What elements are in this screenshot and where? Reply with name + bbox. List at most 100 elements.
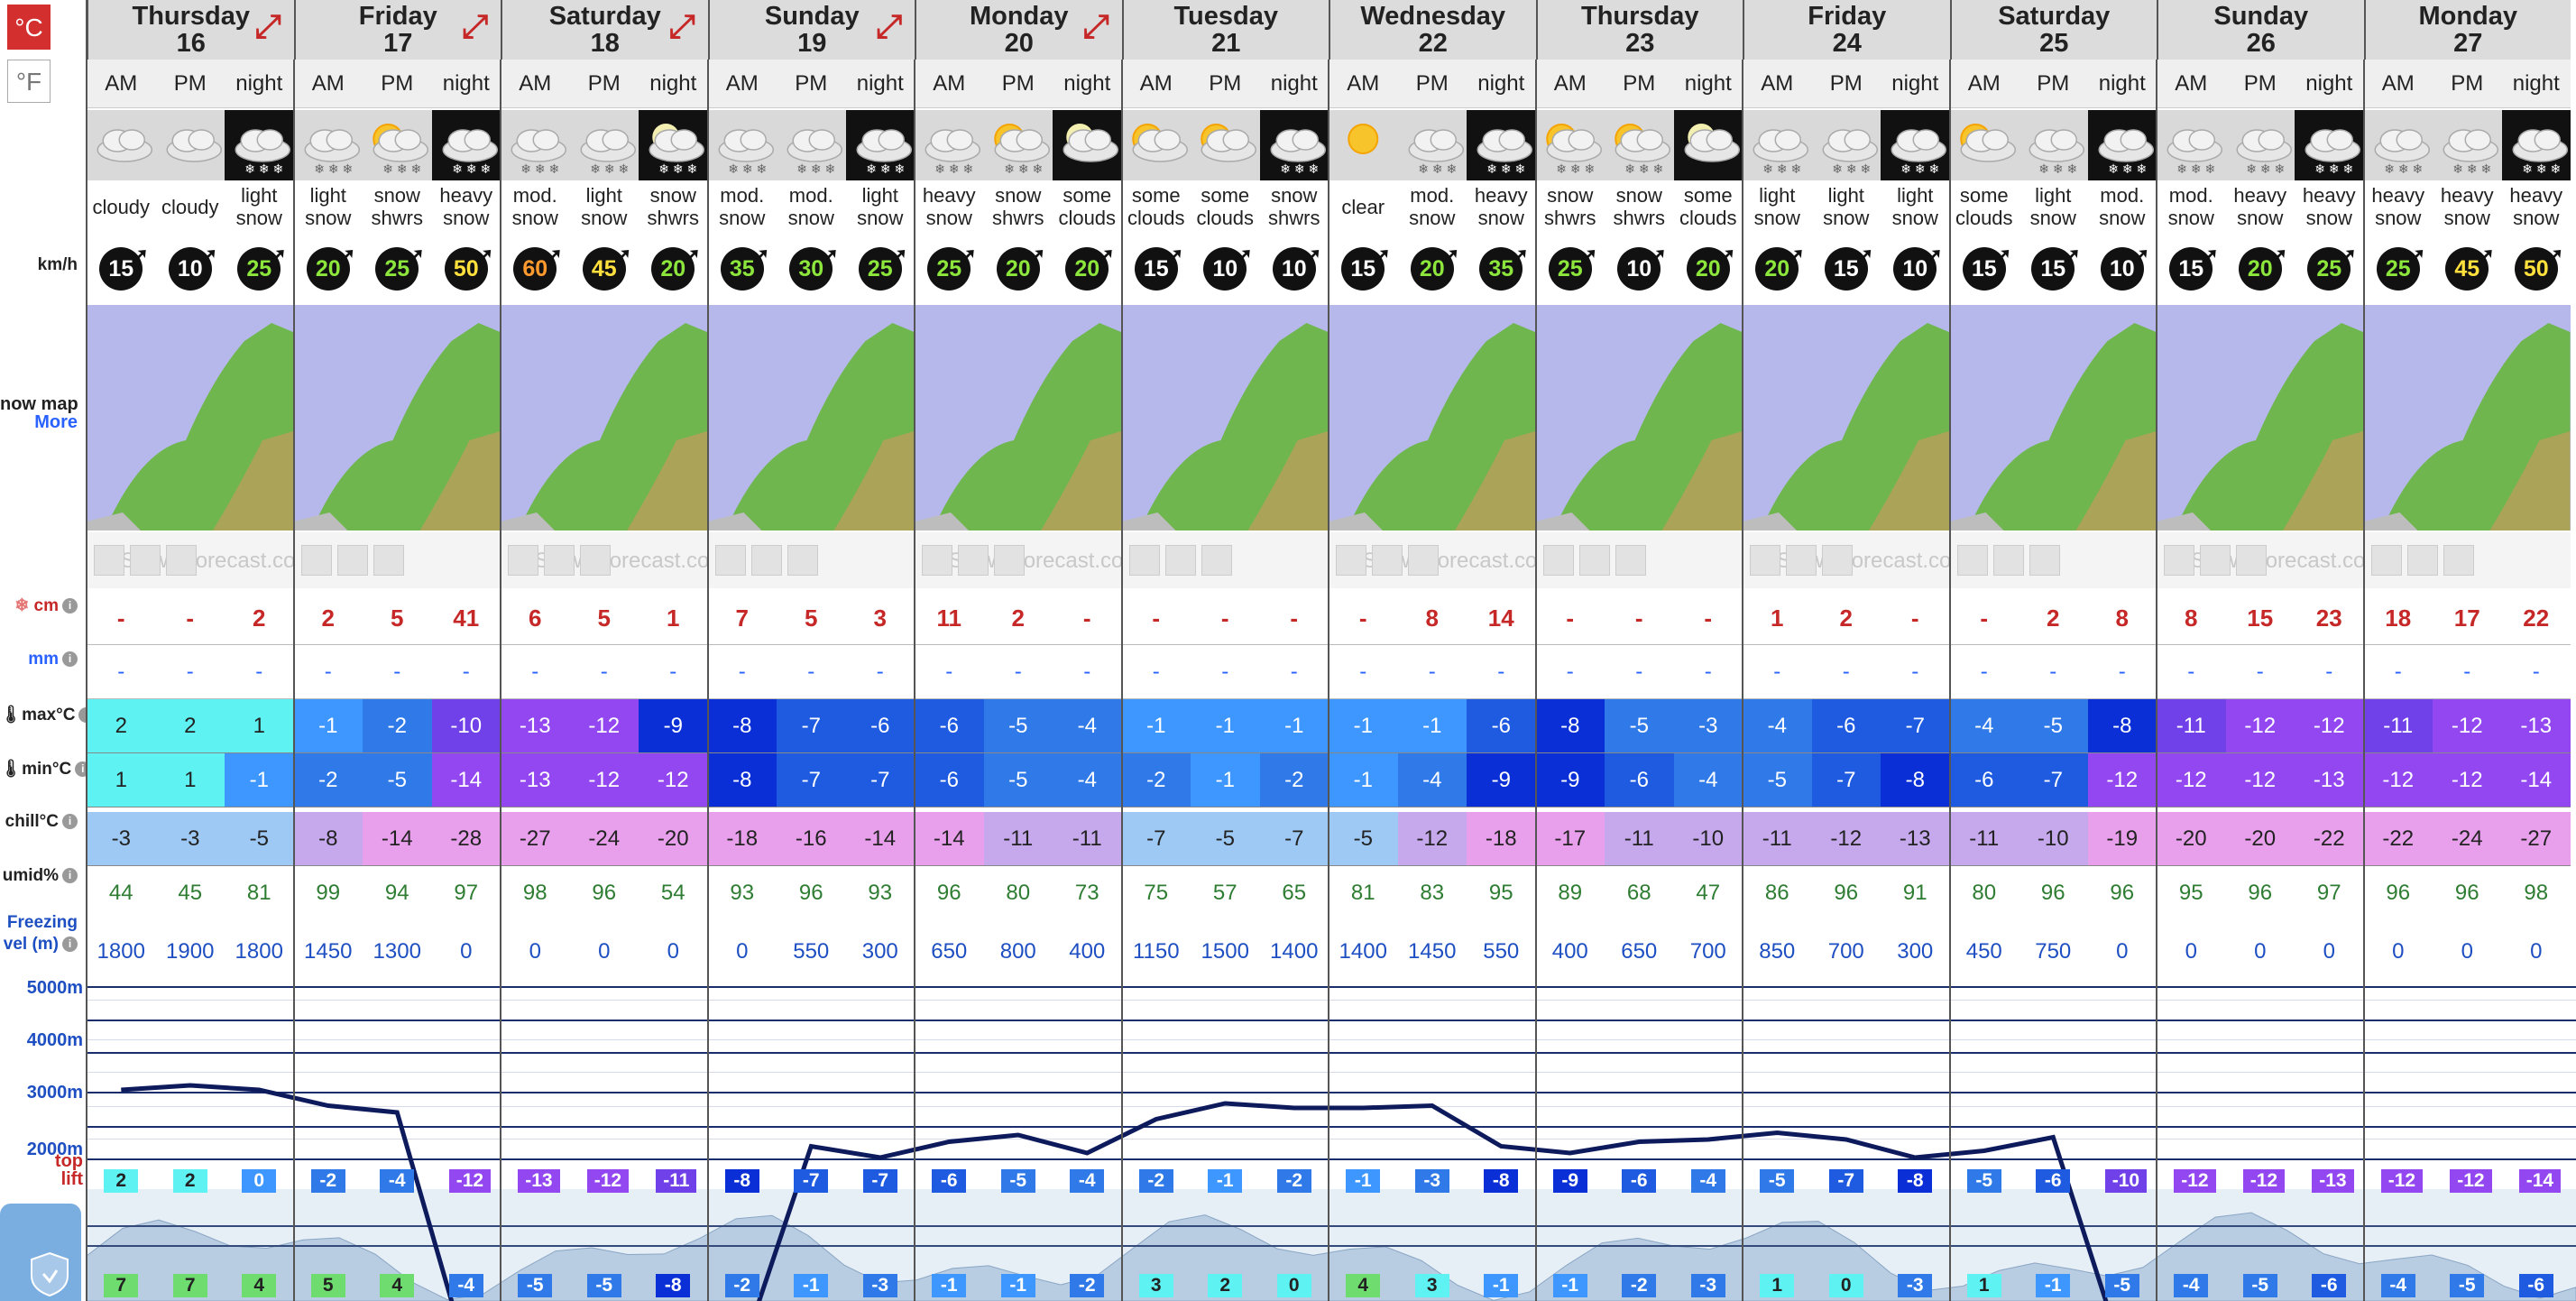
map-pan-icon[interactable] <box>2370 545 2402 576</box>
fahrenheit-button[interactable]: °F <box>7 60 51 103</box>
snow-map-strip[interactable] <box>87 305 2576 531</box>
snow-map-more-link[interactable]: More <box>0 412 87 433</box>
map-refresh-icon[interactable] <box>1578 545 1610 576</box>
snow-amount: 23 <box>2295 591 2364 645</box>
humidity: 96 <box>936 881 961 905</box>
day-divider <box>1120 60 1123 1301</box>
freezing-level: 0 <box>2530 939 2543 964</box>
map-controls-row <box>2363 532 2571 588</box>
freezing-level: 450 <box>1965 939 2002 964</box>
map-refresh-icon[interactable] <box>1992 545 2024 576</box>
info-icon[interactable]: i <box>62 651 78 668</box>
max-temp: -7 <box>777 699 846 753</box>
info-icon[interactable]: i <box>62 868 78 884</box>
weather-word: snow <box>925 207 972 229</box>
map-pan-icon[interactable] <box>1336 545 1366 576</box>
map-pan-icon[interactable] <box>300 545 332 576</box>
wind-cell: 35 ➚ <box>1467 233 1536 305</box>
weather-word: light <box>1759 184 1796 207</box>
info-icon[interactable]: i <box>62 598 78 614</box>
period-label: AM <box>293 60 363 108</box>
map-settings-icon[interactable] <box>166 545 197 576</box>
wind-direction-arrow-icon: ➚ <box>2132 244 2150 266</box>
map-refresh-icon[interactable] <box>2406 545 2438 576</box>
map-settings-icon[interactable] <box>787 545 818 576</box>
altitude-gridline <box>87 1106 2576 1107</box>
max-temp: -4 <box>1949 699 2019 753</box>
map-pan-icon[interactable] <box>94 545 124 576</box>
shield-panel[interactable] <box>0 1204 81 1301</box>
wind-chill: -20 <box>2225 812 2295 866</box>
map-refresh-icon[interactable] <box>1372 545 1403 576</box>
map-pan-icon[interactable] <box>714 545 746 576</box>
rain-amount: - <box>1329 645 1398 699</box>
expand-arrow-icon[interactable]: ⤢ <box>1083 10 1109 42</box>
map-settings-icon[interactable] <box>1201 545 1232 576</box>
map-settings-icon[interactable] <box>1408 545 1439 576</box>
weather-icon-snow-night: ❄ ❄ ❄ <box>845 110 915 180</box>
map-refresh-icon[interactable] <box>2200 545 2231 576</box>
map-refresh-icon[interactable] <box>1786 545 1817 576</box>
map-settings-icon[interactable] <box>994 545 1025 576</box>
map-settings-icon[interactable] <box>2029 545 2060 576</box>
period-label: PM <box>155 60 225 108</box>
map-pan-icon[interactable] <box>1128 545 1160 576</box>
map-settings-icon[interactable] <box>1822 545 1853 576</box>
map-settings-icon[interactable] <box>2443 545 2474 576</box>
expand-arrow-icon[interactable]: ⤢ <box>876 10 902 42</box>
bottom-lift-temp: 7 <box>104 1274 139 1297</box>
map-settings-icon[interactable] <box>1615 545 1646 576</box>
weather-word: shwrs <box>1268 207 1320 229</box>
map-refresh-icon[interactable] <box>336 545 368 576</box>
map-controls-row <box>1949 532 2157 588</box>
day-date: 25 <box>2039 29 2069 58</box>
map-pan-icon[interactable] <box>922 545 952 576</box>
expand-arrow-icon[interactable]: ⤢ <box>462 10 488 42</box>
top-lift-temp: -4 <box>1690 1169 1725 1193</box>
weather-word: mod. <box>512 184 557 207</box>
bottom-lift-temp: -3 <box>862 1274 897 1297</box>
map-pan-icon[interactable] <box>1956 545 1988 576</box>
svg-text:❄ ❄ ❄: ❄ ❄ ❄ <box>2522 161 2561 176</box>
humidity: 89 <box>1558 881 1583 905</box>
map-pan-icon[interactable] <box>508 545 538 576</box>
weather-word: shwrs <box>371 207 423 229</box>
map-refresh-icon[interactable] <box>750 545 782 576</box>
wind-cell: 15 ➚ <box>2157 233 2226 305</box>
altitude-gridline <box>87 986 2576 988</box>
top-lift-temp: -5 <box>1760 1169 1795 1193</box>
map-refresh-icon[interactable] <box>958 545 989 576</box>
info-icon[interactable]: i <box>62 937 78 953</box>
day-divider <box>292 60 295 1301</box>
wind-direction-arrow-icon: ➚ <box>1994 244 2012 266</box>
map-settings-icon[interactable] <box>373 545 404 576</box>
info-icon[interactable]: i <box>62 814 78 830</box>
wind-direction-arrow-icon: ➚ <box>1512 244 1529 266</box>
top-lift-temp: -2 <box>1276 1169 1311 1193</box>
map-settings-icon[interactable] <box>2236 545 2267 576</box>
weather-description: heavy snow <box>2502 180 2571 233</box>
map-pan-icon[interactable] <box>1542 545 1574 576</box>
rain-amount: - <box>1535 645 1605 699</box>
day-divider <box>1328 60 1329 1301</box>
wind-chill: -17 <box>1535 812 1605 866</box>
map-pan-icon[interactable] <box>1750 545 1780 576</box>
period-label: AM <box>1329 60 1398 108</box>
map-controls-row: Snow-Forecast.com <box>1329 532 1555 588</box>
expand-arrow-icon[interactable]: ⤢ <box>255 10 281 42</box>
map-refresh-icon[interactable] <box>1164 545 1196 576</box>
map-controls-row: Snow-Forecast.com <box>2157 532 2383 588</box>
top-lift-temp: -2 <box>1138 1169 1173 1193</box>
map-settings-icon[interactable] <box>580 545 611 576</box>
wind-cell: 20 ➚ <box>294 233 363 305</box>
celsius-button[interactable]: °C <box>7 5 51 50</box>
top-lift-temp: -7 <box>862 1169 897 1193</box>
map-pan-icon[interactable] <box>2164 545 2194 576</box>
map-refresh-icon[interactable] <box>544 545 575 576</box>
expand-arrow-icon[interactable]: ⤢ <box>669 10 695 42</box>
svg-text:❄ ❄ ❄: ❄ ❄ ❄ <box>1418 161 1457 176</box>
map-refresh-icon[interactable] <box>130 545 161 576</box>
top-lift-temp: -8 <box>1484 1169 1519 1193</box>
min-temp: -1 <box>1329 753 1398 807</box>
wind-chill: -24 <box>2433 812 2502 866</box>
